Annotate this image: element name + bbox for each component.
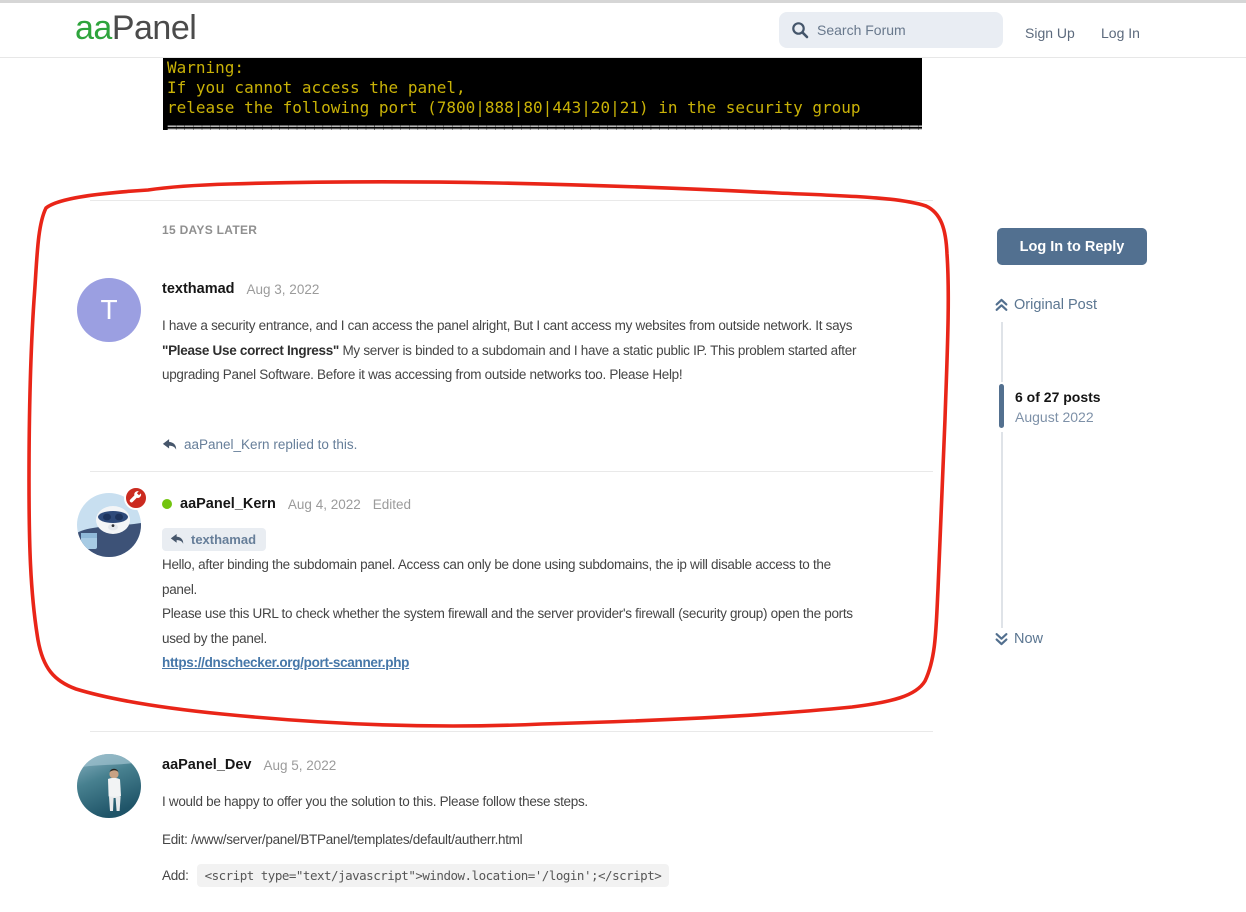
time-gap-label: 15 DAYS LATER	[162, 223, 258, 237]
terminal-line-3: release the following port (7800|888|80|…	[167, 98, 861, 117]
post3-line1: I would be happy to offer you the soluti…	[162, 794, 588, 809]
dev-avatar-photo	[77, 754, 141, 818]
post1-username[interactable]: texthamad	[162, 281, 235, 297]
port-scanner-link[interactable]: https://dnschecker.org/port-scanner.php	[162, 655, 409, 670]
log-in-link[interactable]: Log In	[1101, 25, 1140, 41]
logo-panel: Panel	[111, 9, 197, 47]
post1-line1: I have a security entrance, and I can ac…	[162, 318, 853, 333]
aapanel-logo[interactable]: aaPanel	[75, 9, 197, 48]
timeline-track-lower[interactable]	[1001, 432, 1003, 628]
scrubber-period: August 2022	[1015, 409, 1094, 425]
post2-username[interactable]: aaPanel_Kern	[180, 496, 276, 512]
code-snippet: <script type="text/javascript">window.lo…	[196, 864, 670, 887]
post2-line3: Please use this URL to check whether the…	[162, 606, 853, 621]
post1-reply-note[interactable]: aaPanel_Kern replied to this.	[162, 437, 357, 452]
post3-header: aaPanel_Dev Aug 5, 2022	[162, 757, 336, 773]
double-chevron-up-icon	[995, 298, 1008, 311]
double-chevron-down-icon	[995, 633, 1008, 646]
post3-line3: Add: <script type="text/javascript">wind…	[162, 864, 670, 887]
post1-header: texthamad Aug 3, 2022	[162, 281, 319, 297]
forum-search[interactable]	[779, 12, 1003, 48]
post2-reply-to-pill[interactable]: texthamad	[162, 528, 267, 551]
reply-icon	[170, 534, 184, 544]
moderator-wrench-badge	[124, 486, 148, 510]
post2-edited-label: Edited	[372, 496, 412, 512]
post1-body: I have a security entrance, and I can ac…	[162, 314, 856, 388]
post3-username[interactable]: aaPanel_Dev	[162, 757, 251, 773]
search-icon	[792, 22, 809, 39]
post1-date: Aug 3, 2022	[246, 281, 320, 297]
logo-aa: aa	[75, 9, 112, 47]
online-dot	[162, 499, 172, 509]
now-nav[interactable]: Now	[995, 631, 1043, 647]
post2-header: aaPanel_Kern Aug 4, 2022 Edited	[162, 496, 411, 512]
avatar-texthamad[interactable]: T	[77, 278, 141, 342]
scrubber-position: 6 of 27 posts	[1015, 389, 1101, 405]
reply-icon	[162, 438, 177, 450]
original-post-label: Original Post	[1014, 297, 1098, 313]
add-prefix: Add:	[162, 868, 189, 883]
post2-line1: Hello, after binding the subdomain panel…	[162, 557, 831, 572]
post1-line3: upgrading Panel Software. Before it was …	[162, 367, 683, 382]
red-annotation-circle	[27, 180, 951, 728]
post-divider	[90, 471, 933, 472]
timeline-scrubber[interactable]	[999, 384, 1004, 428]
post2-reply-to-name: texthamad	[191, 532, 257, 547]
post1-line2-bold: "Please Use correct Ingress"	[162, 342, 340, 358]
terminal-line-2: If you cannot access the panel,	[167, 78, 466, 97]
post-divider	[90, 731, 933, 732]
terminal-warning-block: Warning: If you cannot access the panel,…	[163, 55, 922, 130]
post-divider	[90, 200, 933, 201]
log-in-to-reply-button[interactable]: Log In to Reply	[997, 228, 1147, 265]
terminal-line-1: Warning:	[167, 58, 245, 77]
post1-line2-rest: My server is binded to a subdomain and I…	[339, 342, 857, 358]
original-post-nav[interactable]: Original Post	[995, 297, 1097, 313]
avatar-aapanel-dev[interactable]	[77, 754, 141, 818]
post3-line2: Edit: /www/server/panel/BTPanel/template…	[162, 832, 523, 847]
now-label: Now	[1014, 631, 1044, 647]
avatar-letter: T	[100, 294, 118, 325]
site-header: aaPanel Sign Up Log In	[0, 3, 1246, 58]
forum-page: aaPanel Sign Up Log In Warning: If you c…	[0, 0, 1246, 912]
post3-date: Aug 5, 2022	[263, 757, 337, 773]
post2-line4: used by the panel.	[162, 630, 267, 646]
sign-up-link[interactable]: Sign Up	[1025, 25, 1075, 41]
post2-line2: panel.	[162, 581, 197, 597]
post2-date: Aug 4, 2022	[287, 496, 361, 512]
terminal-separator: ========================================…	[167, 118, 922, 130]
search-input[interactable]	[817, 12, 997, 48]
timeline-track-upper[interactable]	[1001, 322, 1003, 382]
post1-reply-note-text: aaPanel_Kern replied to this.	[184, 437, 358, 452]
post2-body: Hello, after binding the subdomain panel…	[162, 553, 853, 676]
